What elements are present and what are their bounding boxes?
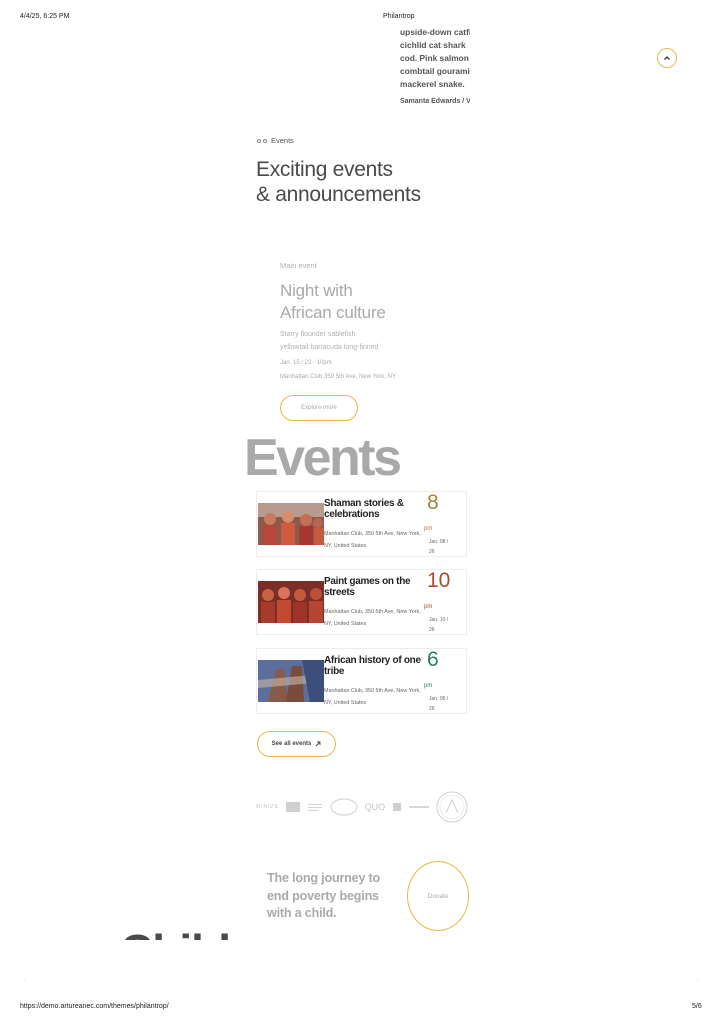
testimonial-fragment: upside-down catfish cichlid cat shark co…	[400, 26, 470, 108]
event-ampm: pm	[424, 683, 433, 689]
testimonial-line: combtail gourami	[400, 66, 470, 76]
sponsor-logo	[393, 803, 402, 811]
event-day: 10	[427, 569, 451, 592]
event-day: 6	[427, 648, 439, 671]
testimonial-line: cod. Pink salmon	[400, 53, 469, 63]
page-edge-mark: ›	[697, 977, 699, 983]
testimonial-line: cichlid cat shark	[400, 40, 466, 50]
main-event-desc-line: yellowtail barracuda long-finned	[280, 344, 379, 351]
main-event-title: Night with African culture	[280, 280, 386, 324]
event-title[interactable]: African history of one tribe	[324, 655, 428, 677]
main-event-desc-line: Starry flounder sablefish	[280, 331, 356, 338]
chevron-up-icon	[664, 56, 670, 60]
donate-tagline-line: end poverty begins	[267, 888, 379, 903]
main-event-label: Main event	[280, 261, 317, 270]
event-ampm: pm	[424, 526, 433, 532]
main-event-title-line: African culture	[280, 303, 386, 322]
print-page-title: Philantrop	[383, 13, 415, 20]
main-event-datetime: Jan. 15 / 22 - 10pm	[280, 360, 332, 366]
event-card[interactable]: African history of one tribe Manhattan C…	[256, 648, 467, 714]
print-url: https://demo.artureanec.com/themes/phila…	[20, 1003, 169, 1010]
sponsor-logo	[307, 804, 322, 811]
page-edge-mark: ‹	[24, 977, 26, 983]
sponsor-logo	[409, 806, 429, 808]
dots-icon	[257, 138, 267, 143]
events-watermark-title: Events	[244, 429, 402, 487]
explore-more-button[interactable]: Explore more	[280, 395, 358, 421]
main-event-title-line: Night with	[280, 281, 353, 300]
see-all-events-button[interactable]: See all events	[257, 731, 336, 757]
testimonial-line: upside-down catfish	[400, 27, 470, 37]
section-label: Events	[257, 136, 294, 145]
event-card[interactable]: Paint games on the streets Manhattan Clu…	[256, 569, 467, 635]
scroll-to-top-button[interactable]	[657, 48, 677, 68]
event-address: Manhattan Club, 350 5th Ave, New York, N…	[324, 609, 421, 627]
main-event-location: Manhattan Club 350 5th Ave, New York, NY	[280, 374, 396, 380]
sponsor-logo: QUO	[364, 802, 386, 812]
cropped-heading-text: Child	[120, 928, 231, 940]
event-title[interactable]: Shaman stories & celebrations	[324, 498, 428, 520]
donate-tagline-line: with a child.	[267, 906, 337, 920]
event-date: Jan. 08 / 26	[429, 539, 449, 555]
cropped-heading: Child	[120, 928, 240, 940]
event-address: Manhattan Club, 350 5th Ave, New York, N…	[324, 688, 421, 706]
sponsor-logos: MINIZE QUO	[256, 790, 468, 824]
main-event-description: Starry flounder sablefish yellowtail bar…	[280, 328, 378, 354]
section-label-text: Events	[271, 136, 294, 145]
sponsor-logo	[285, 802, 300, 812]
heading-line: & announcements	[256, 183, 421, 206]
donate-tagline: The long journey to end poverty begins w…	[267, 870, 380, 923]
print-page-number: 5/6	[692, 1003, 702, 1010]
event-day: 8	[427, 491, 439, 514]
event-thumbnail[interactable]	[258, 660, 324, 702]
sponsor-logo	[330, 798, 358, 816]
event-date: Jan. 10 / 26	[429, 617, 449, 633]
event-ampm: pm	[424, 604, 433, 610]
event-card[interactable]: Shaman stories & celebrations Manhattan …	[256, 491, 467, 557]
testimonial-author: Samanta Edwards / Volunteer	[400, 98, 470, 105]
event-date: Jan. 06 / 26	[429, 696, 449, 712]
event-address: Manhattan Club, 350 5th Ave, New York, N…	[324, 531, 421, 549]
sponsor-logo: MINIZE	[256, 804, 279, 810]
event-thumbnail[interactable]	[258, 503, 324, 545]
event-thumbnail[interactable]	[258, 581, 324, 623]
sponsor-logo	[436, 791, 468, 823]
testimonial-line: mackerel snake.	[400, 79, 465, 89]
see-all-label: See all events	[271, 741, 312, 747]
arrow-up-right-icon	[316, 741, 321, 747]
donate-button[interactable]: Donate	[407, 861, 469, 931]
section-heading: Exciting events & announcements	[256, 157, 421, 207]
heading-line: Exciting events	[256, 158, 393, 181]
print-date: 4/4/25, 6:25 PM	[20, 13, 70, 20]
donate-tagline-line: The long journey to	[267, 871, 381, 885]
event-title[interactable]: Paint games on the streets	[324, 576, 428, 598]
